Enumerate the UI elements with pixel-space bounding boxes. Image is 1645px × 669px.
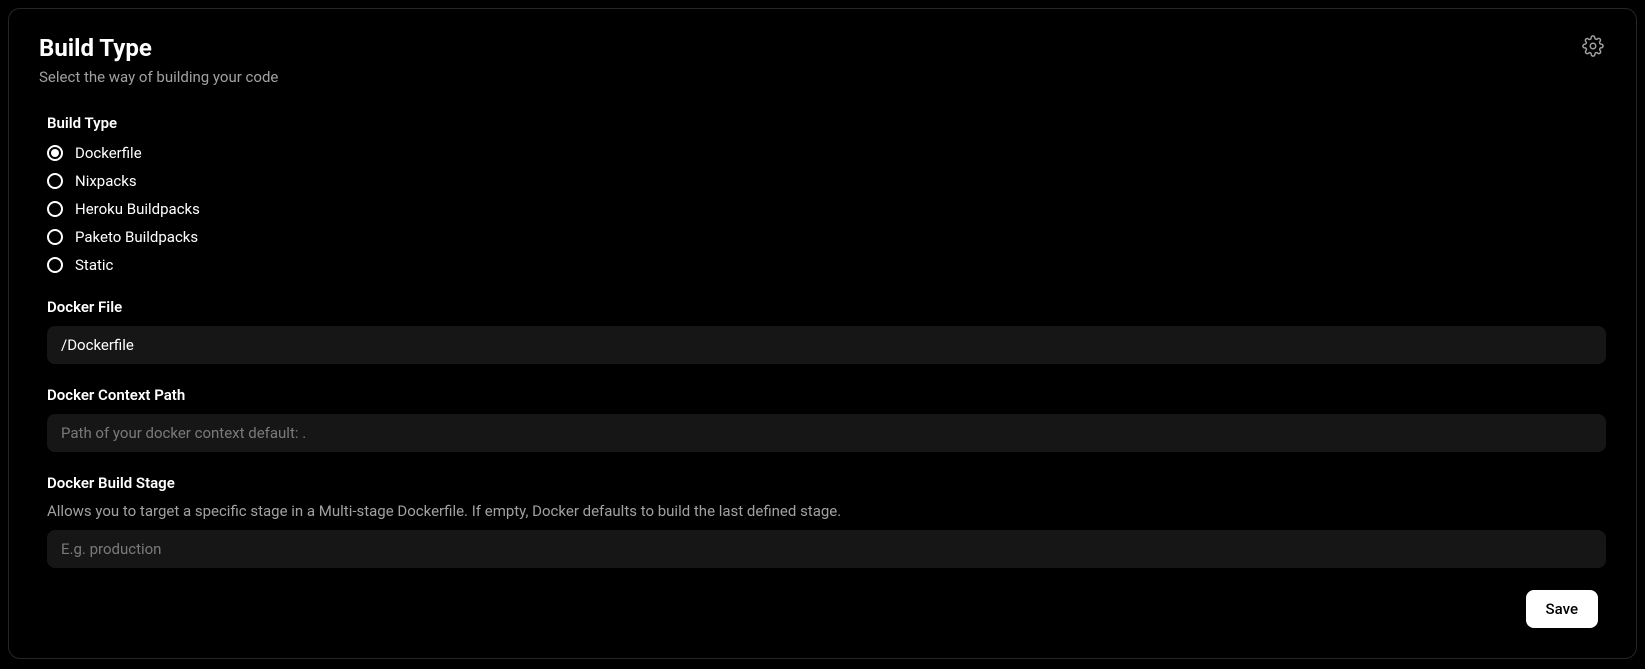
docker-context-input[interactable] <box>47 414 1606 452</box>
card-title: Build Type <box>39 33 278 64</box>
radio-heroku-buildpacks[interactable]: Heroku Buildpacks <box>47 200 1606 218</box>
radio-indicator <box>47 229 63 245</box>
docker-build-stage-field: Docker Build Stage Allows you to target … <box>47 474 1606 568</box>
radio-label: Static <box>75 256 113 274</box>
build-type-radio-group: Dockerfile Nixpacks Heroku Buildpacks Paket… <box>47 144 1606 274</box>
docker-build-stage-help: Allows you to target a specific stage in… <box>47 502 1606 520</box>
card-subtitle: Select the way of building your code <box>39 68 278 86</box>
radio-indicator <box>47 257 63 273</box>
form-body: Build Type Dockerfile Nixpacks Heroku Buil… <box>39 114 1606 628</box>
gear-icon <box>1582 35 1604 60</box>
card-header: Build Type Select the way of building yo… <box>39 33 1606 86</box>
build-type-label: Build Type <box>47 114 1606 132</box>
docker-file-label: Docker File <box>47 298 1606 316</box>
radio-indicator <box>47 145 63 161</box>
radio-label: Heroku Buildpacks <box>75 200 200 218</box>
form-footer: Save <box>47 590 1606 628</box>
card-header-text: Build Type Select the way of building yo… <box>39 33 278 86</box>
radio-label: Paketo Buildpacks <box>75 228 198 246</box>
settings-button[interactable] <box>1580 33 1606 62</box>
radio-label: Dockerfile <box>75 144 142 162</box>
docker-context-label: Docker Context Path <box>47 386 1606 404</box>
radio-indicator <box>47 173 63 189</box>
docker-build-stage-input[interactable] <box>47 530 1606 568</box>
build-type-card: Build Type Select the way of building yo… <box>8 8 1637 659</box>
docker-file-input[interactable] <box>47 326 1606 364</box>
docker-context-field: Docker Context Path <box>47 386 1606 452</box>
radio-indicator <box>47 201 63 217</box>
save-button[interactable]: Save <box>1526 590 1598 628</box>
radio-nixpacks[interactable]: Nixpacks <box>47 172 1606 190</box>
docker-build-stage-label: Docker Build Stage <box>47 474 1606 492</box>
docker-file-field: Docker File <box>47 298 1606 364</box>
radio-paketo-buildpacks[interactable]: Paketo Buildpacks <box>47 228 1606 246</box>
radio-label: Nixpacks <box>75 172 137 190</box>
radio-static[interactable]: Static <box>47 256 1606 274</box>
radio-dockerfile[interactable]: Dockerfile <box>47 144 1606 162</box>
